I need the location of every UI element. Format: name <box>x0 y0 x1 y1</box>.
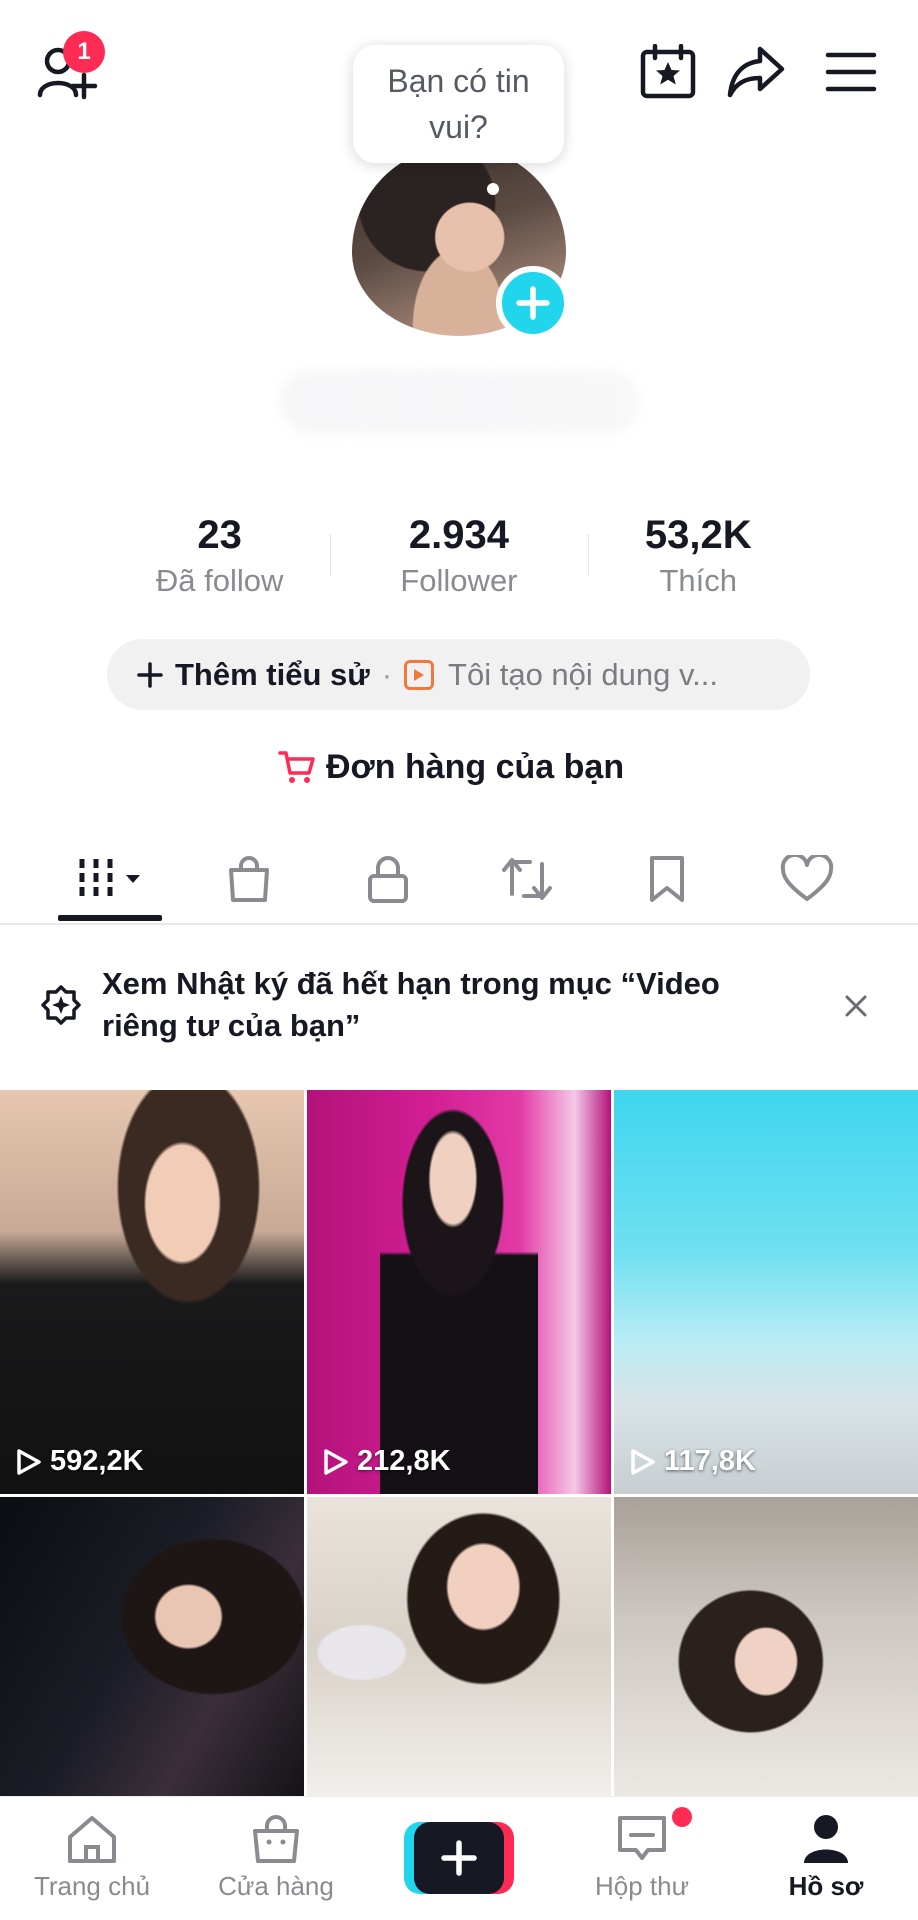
username-blurred <box>280 370 640 434</box>
view-count: 592,2K <box>16 1445 144 1478</box>
calendar-button[interactable] <box>636 40 700 104</box>
followers-count: 2.934 <box>408 513 509 557</box>
nav-home[interactable]: Trang chủ <box>0 1797 184 1920</box>
nav-shop[interactable]: Cửa hàng <box>184 1797 368 1920</box>
plus-icon <box>441 1840 477 1876</box>
create-button[interactable] <box>404 1822 514 1894</box>
bio-separator: · <box>381 656 393 692</box>
share-profile-button[interactable] <box>724 40 788 104</box>
tab-favorites[interactable] <box>612 835 722 923</box>
nav-shop-label: Cửa hàng <box>218 1871 334 1901</box>
play-icon <box>17 1448 41 1475</box>
video-thumbnail[interactable]: 592,2K <box>0 1090 304 1494</box>
create-plus <box>414 1822 504 1894</box>
view-count: 212,8K <box>323 1445 451 1478</box>
play-icon <box>631 1448 655 1475</box>
video-thumbnail[interactable] <box>614 1497 918 1796</box>
following-stat[interactable]: 23 Đã follow <box>100 510 339 610</box>
likes-count: 53,2K <box>644 513 752 557</box>
stat-divider <box>588 534 589 576</box>
shopping-bag-icon <box>229 856 269 902</box>
creator-label: Tôi tạo nội dung v... <box>448 656 719 692</box>
status-bubble[interactable]: Bạn có tin vui? <box>353 45 564 163</box>
likes-label: Thích <box>659 563 737 598</box>
notification-badge: 1 <box>63 31 105 73</box>
stat-divider <box>330 534 331 576</box>
play-icon <box>324 1448 348 1475</box>
nav-home-label: Trang chủ <box>33 1871 151 1901</box>
sparkle-badge-icon <box>41 985 81 1025</box>
following-label: Đã follow <box>155 563 284 598</box>
add-avatar-button[interactable] <box>496 266 570 340</box>
tab-videos[interactable] <box>55 835 165 923</box>
grid-icon <box>79 859 140 899</box>
tab-liked[interactable] <box>752 835 862 923</box>
share-icon <box>727 46 785 98</box>
add-bio-label: Thêm tiểu sử <box>175 656 370 692</box>
plus-icon <box>516 286 550 320</box>
video-thumbnail[interactable] <box>0 1497 304 1796</box>
tab-private[interactable] <box>333 835 443 923</box>
orders-link[interactable]: Đơn hàng của bạn <box>278 744 624 790</box>
view-count: 117,8K <box>630 1445 756 1478</box>
tab-reposts[interactable] <box>472 835 582 923</box>
video-thumbnail[interactable] <box>307 1497 611 1796</box>
video-grid: 592,2K 212,8K 117,8K <box>0 1090 918 1796</box>
lock-icon <box>368 856 408 903</box>
profile-stats: 23 Đã follow 2.934 Follower 53,2K Thích <box>100 510 818 610</box>
video-thumbnail[interactable]: 212,8K <box>307 1090 611 1494</box>
tab-shop[interactable] <box>194 835 304 923</box>
video-play-icon <box>404 659 435 690</box>
notice-text: Xem Nhật ký đã hết hạn trong mục “Video … <box>102 966 720 1043</box>
bookmark-icon <box>650 856 684 902</box>
bubble-pointer <box>487 183 499 195</box>
menu-button[interactable] <box>820 42 882 102</box>
heart-icon <box>780 855 834 901</box>
profile-icon <box>804 1815 848 1863</box>
calendar-star-icon <box>640 44 696 99</box>
close-icon <box>845 995 867 1017</box>
inbox-notification-dot <box>672 1807 692 1827</box>
nav-profile[interactable]: Hồ sơ <box>734 1797 918 1920</box>
nav-inbox-label: Hộp thư <box>594 1871 689 1901</box>
profile-tabs <box>0 835 918 925</box>
bio-bar: Thêm tiểu sử · Tôi tạo nội dung v... <box>107 639 810 710</box>
hamburger-menu-icon <box>825 52 877 92</box>
video-thumbnail[interactable]: 117,8K <box>614 1090 918 1494</box>
repost-icon <box>502 858 552 900</box>
add-bio-button[interactable]: Thêm tiểu sử <box>137 657 370 693</box>
following-count: 23 <box>197 513 242 557</box>
close-notice-button[interactable] <box>836 986 876 1026</box>
orders-label: Đơn hàng của bạn <box>326 747 625 786</box>
inbox-icon <box>618 1816 666 1860</box>
cart-icon <box>278 751 315 783</box>
creator-link[interactable]: Tôi tạo nội dung v... <box>404 657 718 693</box>
nav-profile-label: Hồ sơ <box>788 1871 864 1901</box>
nav-inbox[interactable]: Hộp thư <box>550 1797 734 1920</box>
shop-bag-icon <box>253 1815 299 1863</box>
likes-stat[interactable]: 53,2K Thích <box>579 510 818 610</box>
followers-stat[interactable]: 2.934 Follower <box>339 510 578 610</box>
followers-label: Follower <box>400 563 518 598</box>
active-tab-indicator <box>58 915 162 921</box>
home-icon <box>68 1816 116 1863</box>
plus-icon <box>137 661 163 688</box>
